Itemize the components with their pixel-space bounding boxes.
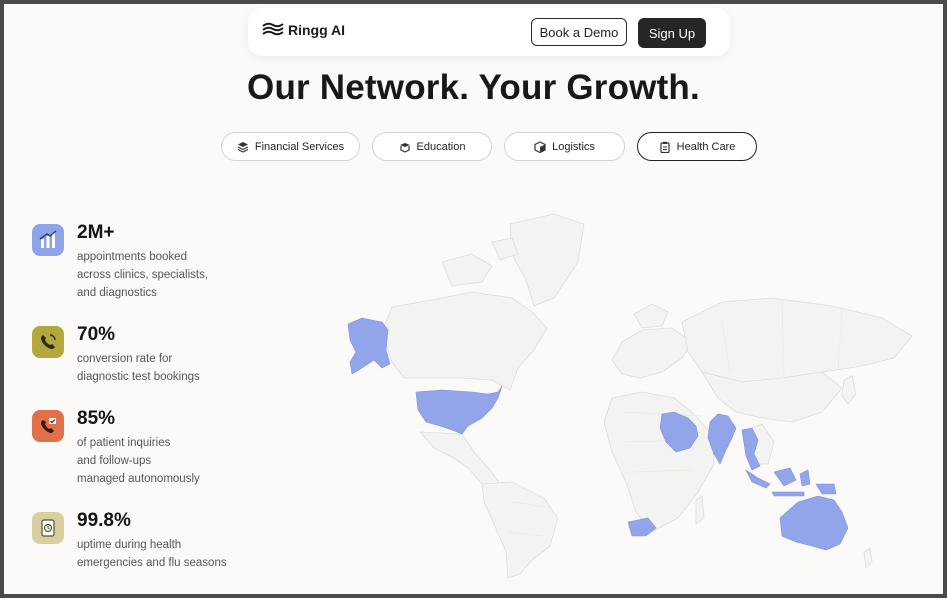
tab-financial-services[interactable]: Financial Services	[221, 132, 360, 161]
region-alaska	[347, 317, 391, 375]
phone-call-icon	[32, 326, 64, 358]
stat-line: managed autonomously	[77, 473, 200, 485]
stat-description: conversion rate for diagnostic test book…	[77, 350, 277, 386]
stat-line: appointments booked	[77, 251, 187, 263]
tab-label: Health Care	[676, 140, 736, 153]
ringg-logo-icon	[262, 22, 284, 36]
region-australia	[779, 495, 849, 551]
stat-description: appointments booked across clinics, spec…	[77, 248, 277, 302]
region-borneo	[773, 467, 797, 487]
region-newguinea	[815, 483, 837, 495]
tab-logistics[interactable]: Logistics	[504, 132, 625, 161]
stat-value: 2M+	[77, 222, 115, 243]
box-icon	[534, 140, 546, 153]
uptime-icon	[32, 512, 64, 544]
stat-value: 70%	[77, 324, 116, 345]
stat-line: conversion rate for	[77, 353, 173, 365]
stat-line: and follow-ups	[77, 455, 152, 467]
region-usa	[415, 385, 503, 435]
tab-education[interactable]: Education	[372, 132, 492, 161]
world-map	[347, 213, 913, 579]
region-indonesia	[745, 469, 771, 489]
bar-chart-icon	[32, 224, 64, 256]
logo[interactable]: Ringg AI	[262, 22, 345, 38]
book-demo-button[interactable]: Book a Demo	[531, 18, 627, 46]
book-icon	[399, 142, 410, 153]
page-title: Our Network. Your Growth.	[247, 68, 700, 107]
stat-value: 85%	[77, 408, 116, 429]
stat-line: diagnostic test bookings	[77, 371, 200, 383]
stat-value: 99.8%	[77, 510, 131, 531]
stat-line: and diagnostics	[77, 287, 157, 299]
region-sulawesi	[799, 469, 811, 487]
layers-icon	[237, 141, 249, 153]
stat-line: uptime during health	[77, 539, 182, 551]
tab-label: Education	[416, 140, 466, 153]
stat-description: uptime during health emergencies and flu…	[77, 536, 277, 572]
stat-line: across clinics, specialists,	[77, 269, 209, 281]
region-java	[771, 491, 805, 497]
page: Ringg AI Book a Demo Sign Up Our Network…	[4, 4, 943, 594]
logo-text: Ringg AI	[288, 22, 346, 38]
tab-label: Logistics	[552, 140, 595, 153]
sign-up-button[interactable]: Sign Up	[638, 18, 706, 48]
stat-description: of patient inquiries and follow-ups mana…	[77, 434, 277, 488]
tab-health-care[interactable]: Health Care	[637, 132, 757, 161]
phone-check-icon	[32, 410, 64, 442]
stat-line: emergencies and flu seasons	[77, 557, 227, 569]
clipboard-icon	[660, 141, 670, 153]
top-nav: Ringg AI Book a Demo Sign Up	[248, 8, 730, 56]
tab-label: Financial Services	[254, 140, 345, 153]
stat-line: of patient inquiries	[77, 437, 171, 449]
